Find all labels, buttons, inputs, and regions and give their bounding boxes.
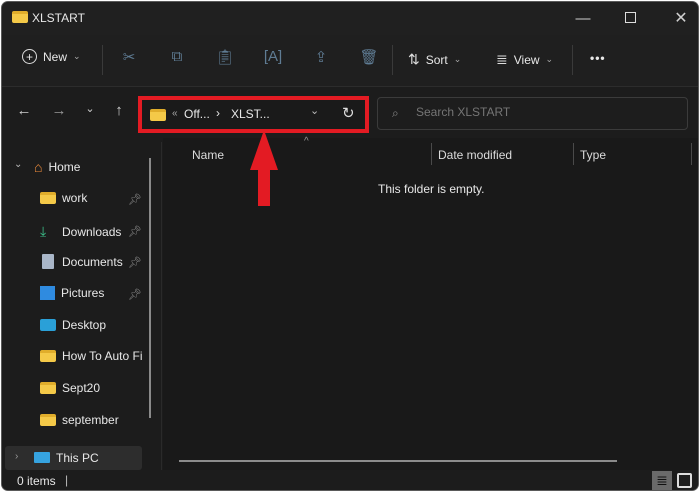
search-input[interactable] (416, 105, 676, 119)
sidebar-item-label: Home (48, 160, 81, 174)
sidebar-item-this-pc[interactable]: › This PC (5, 446, 142, 470)
sort-ascending-icon: ^ (304, 136, 309, 147)
folder-icon (40, 350, 56, 362)
tiles-view-button[interactable] (677, 473, 692, 488)
pin-icon[interactable]: 📌︎ (128, 225, 142, 238)
download-icon: ⤓ (40, 223, 47, 239)
share-icon[interactable]: ⇪ (310, 48, 332, 66)
sidebar-item-pictures[interactable]: Pictures (40, 286, 104, 300)
command-bar: + New ⌄ ✂ ⧉ 📋︎ [A] ⇪ 🗑︎ ⇅ Sort ⌄ ≣ View … (2, 35, 698, 87)
navigation-pane: ⌄ ⌂ Home work 📌︎ ⤓ Downloads 📌︎ Documents… (2, 142, 162, 470)
item-count: 0 items (17, 474, 56, 488)
details-view-button[interactable]: ≣ (652, 471, 672, 490)
breadcrumb-office[interactable]: Off... (184, 107, 210, 121)
folder-icon (40, 382, 56, 394)
sidebar-item-how-to-auto-fi[interactable]: How To Auto Fi (40, 349, 142, 363)
sidebar-item-label: work (62, 191, 88, 205)
maximize-button[interactable] (625, 12, 636, 23)
home-icon: ⌂ (34, 159, 43, 175)
window-title: XLSTART (32, 11, 85, 25)
chevron-down-icon: ⌄ (73, 51, 81, 61)
delete-icon[interactable]: 🗑︎ (358, 48, 380, 66)
paste-icon[interactable]: 📋︎ (214, 48, 236, 66)
folder-icon (40, 414, 56, 426)
chevron-right-icon[interactable]: › (15, 451, 18, 462)
back-arrow-icon[interactable]: ← (14, 102, 34, 119)
sidebar-item-label: Sept20 (62, 381, 101, 395)
view-icon: ≣ (496, 51, 508, 67)
close-button[interactable]: ✕ (666, 6, 696, 30)
sort-label: Sort (425, 52, 448, 67)
sidebar-item-desktop[interactable]: Desktop (40, 318, 106, 332)
desktop-icon (40, 319, 56, 331)
file-explorer-window: XLSTART — ✕ + New ⌄ ✂ ⧉ 📋︎ [A] ⇪ 🗑︎ ⇅ So… (1, 1, 699, 491)
navigation-bar: ← → ⌄ ↑ « Off... › XLST... ⌄ ↻ ⌕ (2, 88, 698, 138)
sort-button[interactable]: ⇅ Sort ⌄ (408, 51, 461, 68)
cut-icon[interactable]: ✂ (118, 48, 140, 66)
column-header-type[interactable]: Type (580, 148, 606, 162)
pin-icon[interactable]: 📌︎ (128, 288, 142, 301)
new-button[interactable]: + New ⌄ (22, 49, 81, 64)
column-header-date-modified[interactable]: Date modified (438, 148, 512, 162)
sidebar-item-label: Documents (62, 254, 123, 269)
sidebar-item-work[interactable]: work (40, 191, 87, 205)
sidebar-item-downloads[interactable]: ⤓ Downloads (40, 223, 121, 240)
up-arrow-icon[interactable]: ↑ (109, 102, 129, 119)
breadcrumb-separator: › (216, 106, 220, 120)
minimize-button[interactable]: — (568, 6, 598, 30)
empty-folder-message: This folder is empty. (378, 182, 485, 196)
sidebar-item-label: Desktop (62, 318, 107, 332)
red-arrow-annotation (250, 130, 278, 206)
recent-chevron-icon[interactable]: ⌄ (82, 102, 98, 115)
rename-icon[interactable]: [A] (262, 48, 284, 65)
status-divider: | (65, 473, 69, 487)
folder-icon (40, 192, 56, 204)
sidebar-item-label: september (62, 413, 119, 427)
plus-circle-icon: + (22, 49, 37, 64)
view-button[interactable]: ≣ View ⌄ (496, 51, 553, 68)
horizontal-scrollbar[interactable] (179, 460, 617, 462)
copy-icon[interactable]: ⧉ (166, 48, 188, 65)
sidebar-item-documents[interactable]: Documents (40, 254, 123, 269)
computer-icon (34, 452, 50, 463)
breadcrumb-xlstart[interactable]: XLST... (231, 107, 270, 121)
expand-chevron-icon[interactable]: ⌄ (14, 159, 22, 170)
refresh-icon[interactable]: ↻ (342, 104, 355, 122)
pictures-icon (40, 286, 55, 300)
pin-icon[interactable]: 📌︎ (128, 193, 142, 206)
documents-icon (42, 254, 54, 269)
pin-icon[interactable]: 📌︎ (128, 256, 142, 269)
sidebar-item-label: How To Auto Fi (62, 349, 143, 363)
forward-arrow-icon[interactable]: → (49, 102, 69, 119)
sidebar-item-label: This PC (56, 451, 99, 465)
sidebar-item-sept20[interactable]: Sept20 (40, 381, 100, 395)
more-button[interactable]: ••• (590, 51, 606, 65)
search-box[interactable]: ⌕ (377, 97, 688, 130)
new-label: New (43, 49, 68, 64)
sidebar-scrollbar[interactable] (149, 158, 151, 418)
chevron-down-icon: ⌄ (453, 54, 462, 64)
sidebar-item-september[interactable]: september (40, 413, 119, 427)
sidebar-item-home[interactable]: ⌂ Home (34, 159, 80, 175)
status-bar: 0 items | ≣ (2, 470, 698, 490)
view-label: View (513, 52, 540, 67)
sort-icon: ⇅ (408, 51, 420, 67)
search-icon: ⌕ (392, 106, 399, 120)
title-bar: XLSTART — ✕ (2, 2, 698, 35)
folder-icon (150, 109, 166, 121)
breadcrumb-overflow[interactable]: « (172, 108, 178, 119)
chevron-down-icon: ⌄ (545, 54, 554, 64)
sidebar-item-label: Pictures (61, 286, 105, 300)
folder-icon (12, 11, 28, 23)
column-header-name[interactable]: Name (192, 148, 224, 162)
sidebar-item-label: Downloads (62, 224, 122, 239)
address-dropdown-icon[interactable]: ⌄ (310, 104, 319, 117)
